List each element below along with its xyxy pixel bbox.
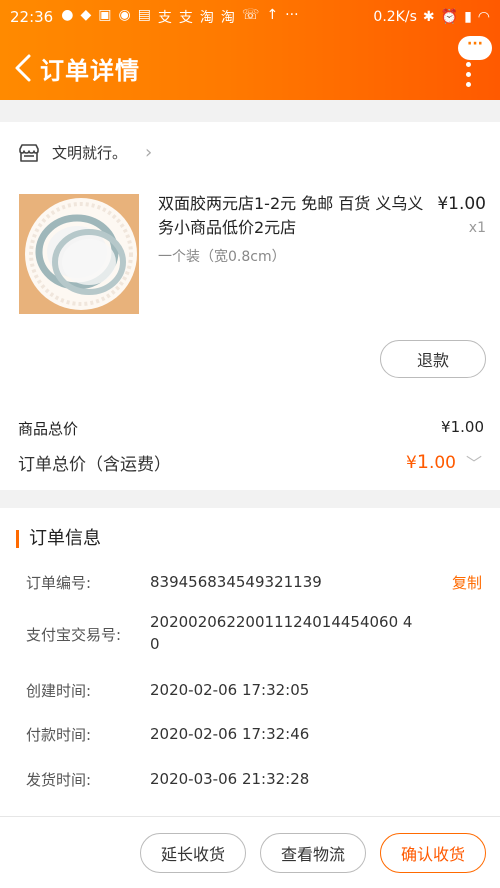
store-icon: [18, 143, 40, 163]
created-time-label: 创建时间:: [26, 682, 92, 700]
app-icon: ▣: [98, 7, 112, 23]
more-dots-icon: ···: [285, 7, 299, 23]
status-right: 0.2K/s ✱ ⏰ ▮ ◠: [373, 9, 490, 25]
product-spec: 一个装（宽0.8cm）: [158, 249, 286, 265]
chevron-left-icon: [15, 54, 31, 82]
order-total-currency: ¥: [406, 453, 417, 473]
bottom-action-bar: 延长收货 查看物流 确认收货: [0, 816, 500, 888]
app-header: 22:36 ● ◆ ▣ ◉ ▤ 支 支 淘 淘 ☏ ↑ ··· 0.2K/s ✱…: [0, 0, 500, 100]
shop-link[interactable]: 文明就行。 ›: [18, 142, 152, 163]
product-quantity: x1: [468, 220, 486, 236]
product-title[interactable]: 双面胶两元店1-2元 免邮 百货 义乌义务小商品低价2元店: [158, 192, 424, 240]
alipay-icon: 支: [178, 10, 193, 26]
water-drop-icon: ◆: [80, 7, 92, 23]
notification-icons: ● ◆ ▣ ◉ ▤ 支 支 淘 淘 ☏ ↑ ···: [61, 7, 298, 27]
signal-icon: ▮: [464, 9, 472, 25]
order-number-label: 订单编号:: [26, 574, 92, 592]
copy-order-number-button[interactable]: 复制: [452, 572, 482, 593]
alipay-trade-no-value: 20200206220011124014454060 40: [150, 613, 413, 653]
message-bubble-icon: ···: [458, 36, 492, 60]
mi-icon: ▤: [137, 7, 151, 23]
weibo-icon: ◉: [118, 7, 131, 23]
alipay-icon: 支: [157, 10, 172, 26]
goods-total-value: ¥1.00: [441, 418, 484, 436]
order-total-value[interactable]: ¥1.00 ﹀: [406, 450, 482, 474]
order-item-card: 文明就行。 › 双面胶两元店1-2元 免邮 百货 义乌义务小商品低价2元店 一个…: [0, 122, 500, 490]
paid-time-value: 2020-02-06 17:32:46: [150, 725, 310, 743]
order-info-title: 订单信息: [16, 530, 101, 548]
chevron-right-icon: ›: [145, 142, 153, 163]
product-price: ¥1.00: [437, 194, 486, 214]
extend-receipt-button[interactable]: 延长收货: [140, 833, 246, 873]
created-time-value: 2020-02-06 17:32:05: [150, 681, 310, 699]
shipped-time-value: 2020-03-06 21:32:28: [150, 770, 310, 788]
wifi-icon: ◠: [477, 9, 490, 25]
paid-time-label: 付款时间:: [26, 726, 92, 744]
page-title: 订单详情: [40, 56, 140, 85]
bluetooth-icon: ✱: [422, 9, 435, 25]
status-bar: 22:36 ● ◆ ▣ ◉ ▤ 支 支 淘 淘 ☏ ↑ ··· 0.2K/s ✱…: [0, 0, 500, 34]
alipay-trade-no-label: 支付宝交易号:: [26, 626, 122, 644]
order-info-card: 订单信息 复制 订单编号: 839456834549321139 支付宝交易号:…: [0, 508, 500, 816]
order-total-decimal: .00: [428, 453, 456, 473]
taobao-icon: 淘: [220, 10, 235, 26]
order-number-value: 839456834549321139: [150, 573, 322, 591]
goods-total-label: 商品总价: [18, 420, 79, 438]
back-button[interactable]: [6, 48, 40, 88]
shipped-time-label: 发货时间:: [26, 771, 92, 789]
chevron-down-icon[interactable]: ﹀: [466, 450, 482, 474]
title-bar: 订单详情 ···: [0, 36, 500, 96]
network-speed: 0.2K/s: [373, 9, 417, 25]
more-menu-button[interactable]: ···: [456, 36, 492, 88]
view-logistics-button[interactable]: 查看物流: [260, 833, 366, 873]
shop-name: 文明就行。: [52, 144, 128, 162]
wechat-icon: ●: [61, 7, 74, 23]
alarm-icon: ⏰: [440, 9, 459, 25]
order-total-label: 订单总价（含运费）: [18, 455, 171, 475]
phone-missed-icon: ☏: [241, 7, 260, 23]
refund-button[interactable]: 退款: [380, 340, 486, 378]
upload-icon: ↑: [266, 7, 279, 23]
vertical-dots-icon: [466, 62, 472, 92]
taobao-icon: 淘: [199, 10, 214, 26]
confirm-receipt-button[interactable]: 确认收货: [380, 833, 486, 873]
product-image[interactable]: [19, 194, 139, 314]
order-total-integer: 1: [416, 451, 429, 473]
status-time: 22:36: [10, 8, 54, 26]
